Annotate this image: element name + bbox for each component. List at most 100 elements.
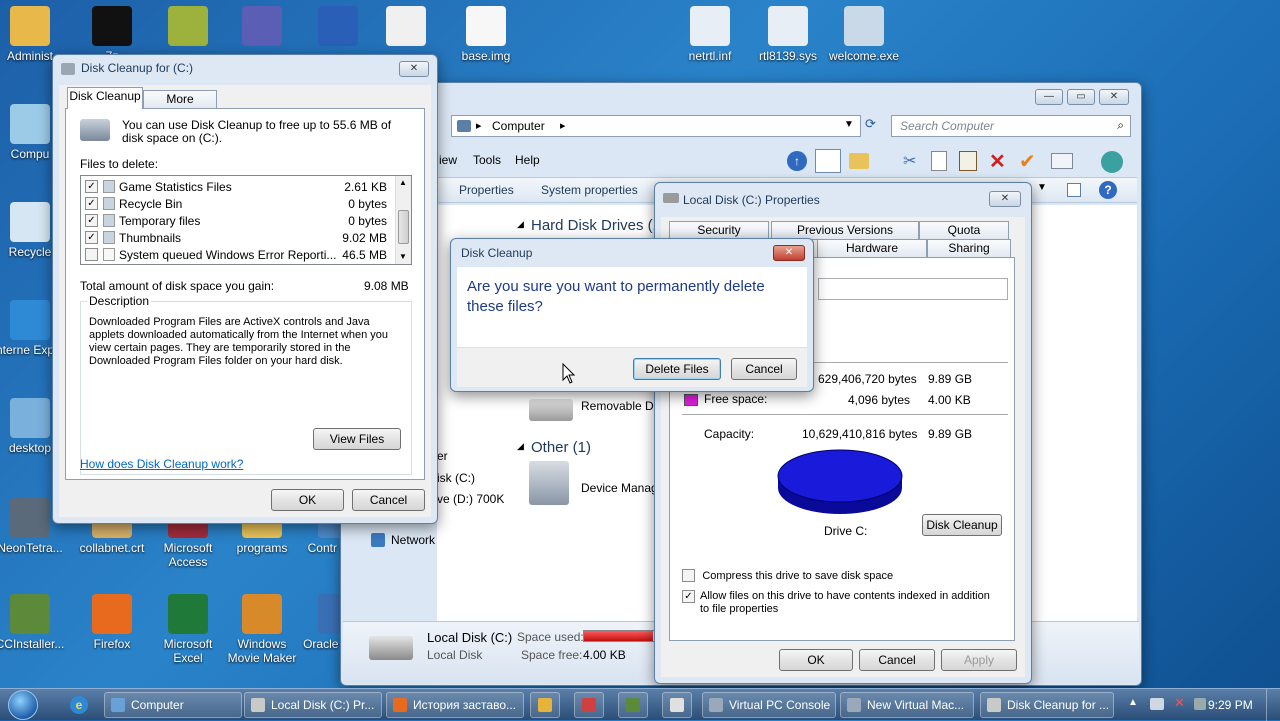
search-input[interactable]: Search Computer ⌕ — [891, 115, 1131, 137]
ok-button[interactable]: OK — [271, 489, 344, 511]
removable-disk-label[interactable]: Removable Di — [581, 399, 656, 413]
system-properties-button[interactable]: System properties — [541, 183, 638, 197]
menu-tools[interactable]: Tools — [473, 153, 501, 167]
minimize-button[interactable]: — — [1035, 89, 1063, 105]
chevron-down-icon[interactable]: ▼ — [844, 119, 854, 130]
close-button[interactable]: ✕ — [1099, 89, 1129, 105]
help-link[interactable]: How does Disk Cleanup work? — [80, 457, 243, 471]
menu-view[interactable]: iew — [439, 153, 457, 167]
tab-disk-cleanup[interactable]: Disk Cleanup — [67, 87, 143, 109]
desktop-icon[interactable]: netrtl.inf — [672, 6, 748, 63]
group-other[interactable]: Other (1) — [531, 439, 591, 456]
desktop-icon[interactable]: base.img — [448, 6, 524, 63]
menu-help[interactable]: Help — [515, 153, 540, 167]
device-manager-label[interactable]: Device Manag — [581, 481, 658, 495]
desktop-icon[interactable] — [150, 6, 226, 49]
scrollbar[interactable]: ▲ ▼ — [395, 176, 411, 264]
globe-icon[interactable] — [1101, 151, 1123, 173]
taskbar-button[interactable] — [618, 692, 648, 718]
index-checkbox[interactable]: ✓ — [682, 590, 695, 603]
close-button[interactable]: ✕ — [773, 245, 805, 261]
taskbar-button[interactable] — [530, 692, 560, 718]
help-icon[interactable]: ? — [1099, 181, 1117, 199]
group-hard-disk-drives[interactable]: Hard Disk Drives (1 — [531, 217, 661, 234]
taskbar-button[interactable]: Disk Cleanup for ... — [980, 692, 1114, 718]
show-desktop-button[interactable] — [1266, 689, 1280, 721]
taskbar-button[interactable]: Computer — [104, 692, 242, 718]
taskbar-button[interactable]: New Virtual Mac... — [840, 692, 974, 718]
taskbar-button[interactable]: История заставо... — [386, 692, 524, 718]
network-tray-icon[interactable] — [1150, 698, 1164, 710]
file-category-row[interactable]: ✓ Recycle Bin 0 bytes — [85, 196, 391, 212]
clock[interactable]: 9:29 PM — [1208, 698, 1253, 712]
maximize-button[interactable]: ▭ — [1067, 89, 1095, 105]
nav-item-fragment[interactable]: er — [437, 449, 448, 463]
tab-sharing[interactable]: Sharing — [927, 239, 1011, 258]
close-button[interactable]: ✕ — [399, 61, 429, 77]
desktop-icon[interactable]: welcome.exe — [826, 6, 902, 63]
nav-item-network[interactable]: Network — [391, 533, 435, 547]
desktop-icon[interactable]: Microsoft Excel — [150, 594, 226, 665]
desktop-icon[interactable] — [300, 6, 376, 49]
drive-name-field[interactable] — [818, 278, 1008, 300]
file-checkbox[interactable]: ✓ — [85, 231, 98, 244]
file-category-row[interactable]: ✓ Game Statistics Files 2.61 KB — [85, 179, 391, 195]
file-category-row[interactable]: ✓ Temporary files 0 bytes — [85, 213, 391, 229]
file-category-row[interactable]: System queued Windows Error Reporti... 46… — [85, 247, 391, 263]
cancel-button[interactable]: Cancel — [859, 649, 935, 671]
show-hidden-icons[interactable]: ▲ — [1128, 697, 1138, 708]
taskbar-button[interactable]: Local Disk (C:) Pr... — [244, 692, 382, 718]
checkmark-icon[interactable]: ✔ — [1019, 149, 1036, 174]
up-arrow-icon[interactable]: ↑ — [787, 151, 807, 171]
tab-more-options[interactable]: More Options — [143, 90, 217, 123]
scissors-icon[interactable]: ✂ — [903, 151, 916, 171]
desktop-icon[interactable] — [368, 6, 444, 49]
delete-icon[interactable]: ✕ — [989, 149, 1006, 174]
disk-cleanup-button[interactable]: Disk Cleanup — [922, 514, 1002, 536]
start-button[interactable] — [8, 690, 38, 720]
nav-item-local-disk[interactable]: isk (C:) — [437, 471, 475, 485]
properties-button[interactable]: Properties — [459, 183, 514, 197]
file-checkbox[interactable] — [85, 248, 98, 261]
file-checkbox[interactable]: ✓ — [85, 197, 98, 210]
tab-quota[interactable]: Quota — [919, 221, 1009, 240]
view-pane-icon[interactable] — [815, 149, 841, 173]
desktop-icon[interactable]: Windows Movie Maker — [224, 594, 300, 665]
scroll-down-icon[interactable]: ▼ — [399, 252, 407, 261]
copy-icon[interactable] — [931, 151, 947, 171]
collapse-icon[interactable]: ◢ — [517, 219, 524, 230]
address-bar[interactable]: ▸ Computer ▸ ▼ — [451, 115, 861, 137]
folder-icon[interactable] — [849, 153, 869, 169]
delete-files-button[interactable]: Delete Files — [633, 358, 721, 380]
view-files-button[interactable]: View Files — [313, 428, 401, 450]
preview-pane-icon[interactable] — [1067, 183, 1081, 197]
scroll-up-icon[interactable]: ▲ — [399, 178, 407, 187]
file-category-row[interactable]: ✓ Thumbnails 9.02 MB — [85, 230, 391, 246]
cancel-button[interactable]: Cancel — [731, 358, 797, 380]
taskbar-button[interactable]: Virtual PC Console — [702, 692, 836, 718]
nav-item-dvd-drive[interactable]: ve (D:) 700K — [437, 492, 504, 506]
file-checkbox[interactable]: ✓ — [85, 214, 98, 227]
ok-button[interactable]: OK — [779, 649, 853, 671]
scroll-thumb[interactable] — [398, 210, 409, 244]
file-checkbox[interactable]: ✓ — [85, 180, 98, 193]
apply-button[interactable]: Apply — [941, 649, 1017, 671]
view-options-icon[interactable]: ▼ — [1037, 182, 1047, 193]
properties-icon[interactable] — [1051, 153, 1073, 169]
cancel-button[interactable]: Cancel — [352, 489, 425, 511]
ie-quicklaunch-icon[interactable]: e — [70, 696, 88, 714]
taskbar-button[interactable] — [662, 692, 692, 718]
tab-hardware[interactable]: Hardware — [817, 239, 927, 258]
refresh-icon[interactable]: ⟳ — [865, 116, 885, 136]
desktop-icon[interactable] — [224, 6, 300, 49]
tray-icon[interactable] — [1194, 698, 1206, 710]
paste-icon[interactable] — [959, 151, 977, 171]
desktop-icon[interactable]: Firefox — [74, 594, 150, 651]
close-button[interactable]: ✕ — [989, 191, 1021, 207]
compress-checkbox[interactable] — [682, 569, 695, 583]
desktop-icon[interactable]: rtl8139.sys — [750, 6, 826, 63]
volume-muted-icon[interactable]: ✕ — [1174, 695, 1185, 711]
taskbar-button[interactable] — [574, 692, 604, 718]
collapse-icon[interactable]: ◢ — [517, 441, 524, 452]
desktop-icon[interactable]: CCInstaller... — [0, 594, 68, 651]
